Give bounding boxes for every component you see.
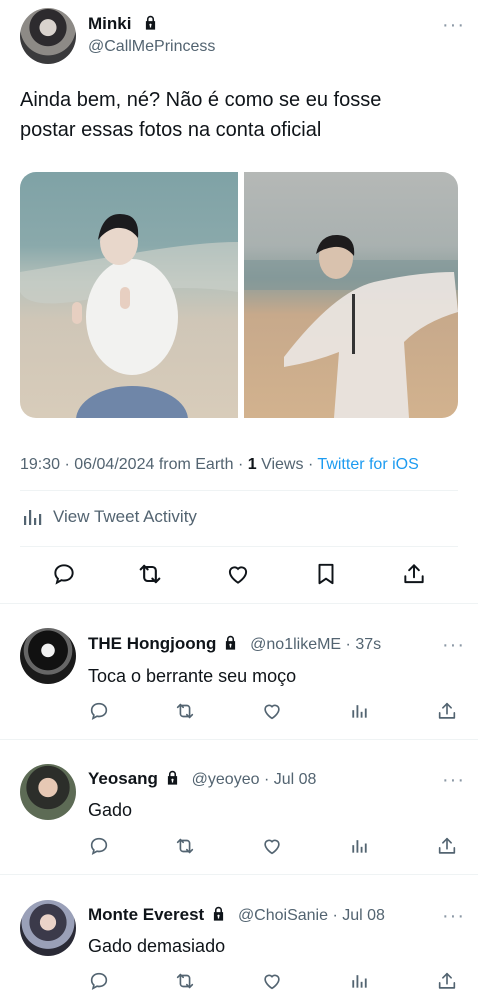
reply-author-handle[interactable]: @ChoiSanie bbox=[238, 907, 328, 924]
photo-2[interactable] bbox=[244, 172, 458, 418]
share-icon bbox=[436, 700, 458, 722]
like-button[interactable] bbox=[224, 560, 252, 588]
divider bbox=[0, 603, 478, 604]
tweet-time[interactable]: 19:30 bbox=[20, 456, 60, 473]
share-icon bbox=[436, 835, 458, 857]
retweet-button[interactable] bbox=[174, 970, 196, 992]
share-icon bbox=[436, 970, 458, 992]
tweet-text-line-1: Ainda bem, né? Não é como se eu fosse bbox=[20, 89, 382, 111]
reply-icon bbox=[88, 970, 110, 992]
more-icon[interactable]: ··· bbox=[442, 770, 465, 790]
views-icon bbox=[349, 971, 369, 991]
lock-icon bbox=[222, 634, 239, 651]
reply-text: Gado demasiado bbox=[88, 936, 226, 956]
views-button[interactable] bbox=[348, 700, 370, 722]
more-icon[interactable]: ··· bbox=[442, 906, 465, 926]
reply-avatar[interactable] bbox=[20, 764, 76, 820]
share-button[interactable] bbox=[400, 560, 428, 588]
views-icon bbox=[20, 505, 44, 529]
reply-author-name[interactable]: Monte Everest bbox=[88, 905, 204, 924]
share-button[interactable] bbox=[436, 700, 458, 722]
share-icon bbox=[401, 561, 427, 587]
author-name[interactable]: Minki bbox=[88, 14, 159, 34]
share-button[interactable] bbox=[436, 970, 458, 992]
views-count: 1 bbox=[247, 456, 257, 473]
tweet-source-link[interactable]: Twitter for iOS bbox=[317, 456, 418, 473]
like-button[interactable] bbox=[261, 970, 283, 992]
views-icon bbox=[349, 836, 369, 856]
reply-time[interactable]: Jul 08 bbox=[274, 771, 317, 788]
like-icon bbox=[225, 561, 251, 587]
author-name-text: Minki bbox=[88, 14, 132, 33]
reply-header: Monte Everest @ChoiSanie · Jul 08 bbox=[88, 905, 385, 924]
lock-icon bbox=[210, 905, 227, 922]
reply-button[interactable] bbox=[88, 700, 110, 722]
reply-text: Toca o berrante seu moço bbox=[88, 666, 297, 686]
media-grid bbox=[20, 172, 458, 418]
divider bbox=[0, 874, 478, 875]
photo-1[interactable] bbox=[20, 172, 238, 418]
retweet-button[interactable] bbox=[174, 700, 196, 722]
view-tweet-activity-label: View Tweet Activity bbox=[53, 507, 197, 526]
bookmark-button[interactable] bbox=[312, 560, 340, 588]
tweet-meta: 19:30 · 06/04/2024 from Earth · 1 Views … bbox=[20, 456, 419, 473]
reply-author-handle[interactable]: @no1likeME bbox=[250, 636, 341, 653]
bookmark-icon bbox=[313, 561, 339, 587]
views-label: Views bbox=[261, 456, 304, 473]
retweet-icon bbox=[174, 969, 196, 993]
reply-button[interactable] bbox=[50, 560, 78, 588]
views-button[interactable] bbox=[348, 970, 370, 992]
retweet-icon bbox=[174, 834, 196, 858]
reply-button[interactable] bbox=[88, 835, 110, 857]
tweet-text-line-2: postar essas fotos na conta oficial bbox=[20, 119, 322, 141]
like-button[interactable] bbox=[261, 835, 283, 857]
retweet-icon bbox=[136, 560, 164, 588]
reply-text: Gado bbox=[88, 800, 133, 820]
retweet-icon bbox=[174, 699, 196, 723]
reply-button[interactable] bbox=[88, 970, 110, 992]
reply-avatar[interactable] bbox=[20, 900, 76, 956]
author-avatar[interactable] bbox=[20, 8, 76, 64]
reply-icon bbox=[51, 561, 77, 587]
divider bbox=[20, 546, 458, 547]
share-button[interactable] bbox=[436, 835, 458, 857]
more-icon[interactable]: ··· bbox=[442, 15, 465, 35]
reply-author-handle[interactable]: @yeoyeo bbox=[192, 771, 260, 788]
divider bbox=[0, 739, 478, 740]
reply-icon bbox=[88, 835, 110, 857]
like-icon bbox=[261, 970, 283, 992]
reply-author-name[interactable]: Yeosang bbox=[88, 769, 158, 788]
tweet-location: from Earth bbox=[158, 456, 234, 473]
views-icon bbox=[349, 701, 369, 721]
like-icon bbox=[261, 835, 283, 857]
reply-icon bbox=[88, 700, 110, 722]
author-handle[interactable]: @CallMePrincess bbox=[88, 38, 215, 56]
like-icon bbox=[261, 700, 283, 722]
more-icon[interactable]: ··· bbox=[442, 635, 465, 655]
lock-icon bbox=[164, 769, 181, 786]
reply-time[interactable]: 37s bbox=[355, 636, 381, 653]
reply-avatar[interactable] bbox=[20, 628, 76, 684]
views-button[interactable] bbox=[348, 835, 370, 857]
reply-header: THE Hongjoong @no1likeME · 37s bbox=[88, 634, 382, 653]
retweet-button[interactable] bbox=[136, 560, 164, 588]
view-tweet-activity-link[interactable]: View Tweet Activity bbox=[20, 505, 197, 529]
divider bbox=[20, 490, 458, 491]
reply-header: Yeosang @yeoyeo · Jul 08 bbox=[88, 769, 317, 788]
tweet-text: Ainda bem, né? Não é como se eu fosse po… bbox=[20, 85, 460, 145]
lock-icon bbox=[142, 14, 159, 31]
reply-author-name[interactable]: THE Hongjoong bbox=[88, 634, 216, 653]
like-button[interactable] bbox=[261, 700, 283, 722]
reply-time[interactable]: Jul 08 bbox=[342, 907, 385, 924]
retweet-button[interactable] bbox=[174, 835, 196, 857]
tweet-date[interactable]: 06/04/2024 bbox=[74, 456, 154, 473]
